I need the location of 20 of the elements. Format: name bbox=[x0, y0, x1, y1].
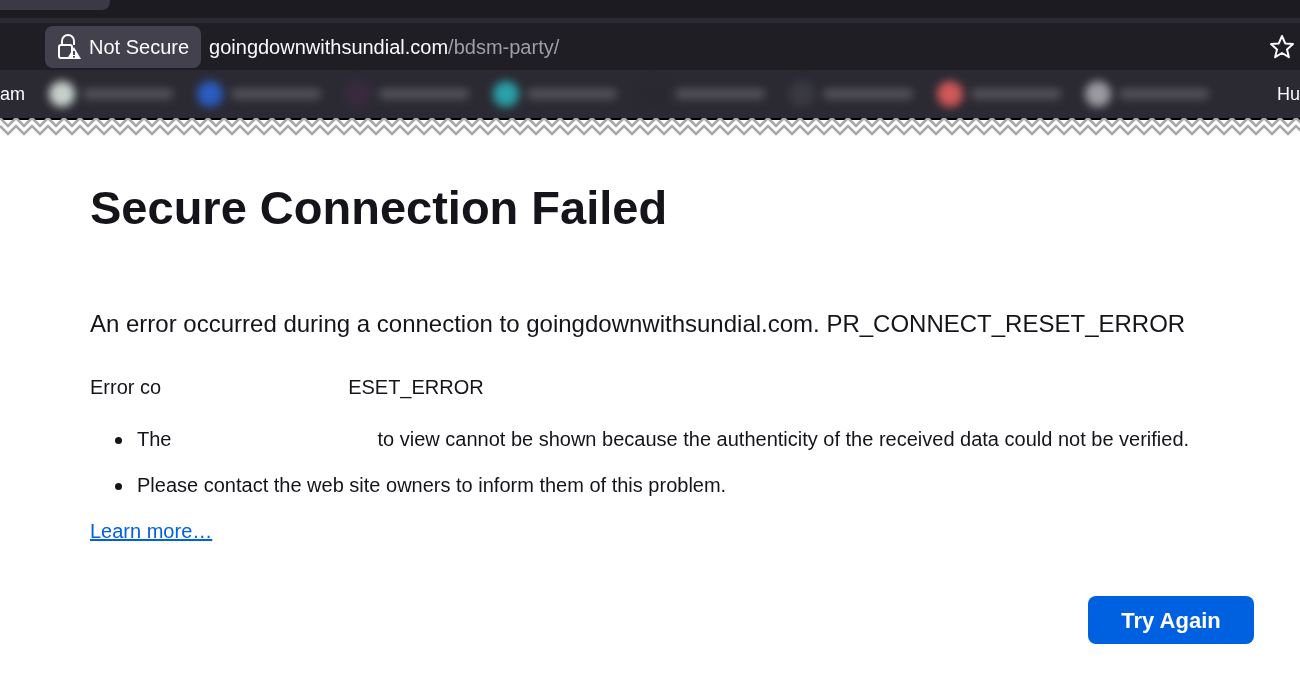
bullet-text: The bbox=[137, 428, 172, 451]
security-button[interactable]: Not Secure bbox=[45, 25, 202, 68]
learn-more-link[interactable]: Learn more… bbox=[90, 520, 213, 543]
try-again-button[interactable]: Try Again bbox=[1088, 596, 1254, 645]
bullet-icon bbox=[115, 483, 122, 491]
bookmark-label[interactable]: am bbox=[0, 80, 25, 108]
bookmark-star-icon[interactable] bbox=[1269, 33, 1295, 60]
blurred-bookmark[interactable] bbox=[493, 81, 617, 107]
lock-warning-icon bbox=[57, 33, 81, 60]
blurred-bookmark[interactable] bbox=[49, 81, 173, 107]
bullet-text: to view cannot be shown because the authenticity of the received data could not be verified. bbox=[377, 428, 1190, 451]
bookmark-label[interactable]: Hu bbox=[1277, 80, 1300, 108]
bullet-icon bbox=[115, 437, 122, 445]
url-field[interactable]: goingdownwithsundial.com/bdsm-party/ bbox=[209, 31, 1269, 62]
blurred-bookmark[interactable] bbox=[1085, 81, 1209, 107]
error-code-text: Error co bbox=[90, 375, 162, 401]
error-message: An error occurred during a connection to goingdownwithsundial.com. PR_CONNECT_RESET_ERROR bbox=[90, 309, 1187, 340]
error-code-text: ESET_ERROR bbox=[348, 375, 484, 401]
page-title: Secure Connection Failed bbox=[90, 180, 669, 236]
bullet-text: Please contact the web site owners to inform them of this problem. bbox=[137, 474, 727, 497]
